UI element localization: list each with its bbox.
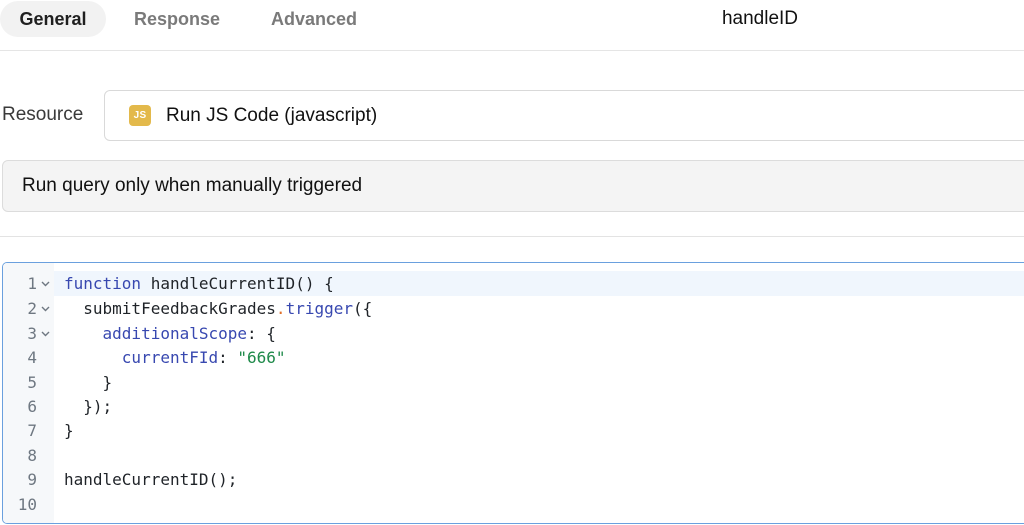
code-text[interactable]: }); xyxy=(54,397,112,416)
code-text[interactable]: function handleCurrentID() { xyxy=(54,274,334,293)
chevron-down-icon[interactable] xyxy=(37,306,54,312)
line-number: 3 xyxy=(27,324,37,343)
query-editor-panel: General Response Advanced handleID Resou… xyxy=(0,0,1024,525)
code-text[interactable]: currentFId: "666" xyxy=(54,348,286,367)
line-number: 7 xyxy=(27,421,37,440)
tab-advanced[interactable]: Advanced xyxy=(258,1,370,37)
code-text[interactable]: } xyxy=(54,373,113,392)
line-number: 10 xyxy=(17,495,37,514)
code-line: 2 submitFeedbackGrades.trigger({ xyxy=(3,296,1024,321)
code-line: 4 currentFId: "666" xyxy=(3,345,1024,370)
code-line: 1 function handleCurrentID() { xyxy=(3,271,1024,296)
line-number: 5 xyxy=(27,373,37,392)
line-number: 9 xyxy=(27,470,37,489)
query-header: General Response Advanced handleID xyxy=(0,0,1024,51)
resource-select[interactable]: JS Run JS Code (javascript) xyxy=(104,90,1024,141)
trigger-mode-select[interactable]: Run query only when manually triggered xyxy=(2,160,1024,212)
code-line: 5 } xyxy=(3,370,1024,395)
code-line: 7 } xyxy=(3,418,1024,443)
code-text[interactable]: submitFeedbackGrades.trigger({ xyxy=(54,299,372,318)
code-text[interactable]: handleCurrentID(); xyxy=(54,470,237,489)
resource-value: Run JS Code (javascript) xyxy=(166,104,378,126)
resource-label: Resource xyxy=(2,104,84,125)
tab-general[interactable]: General xyxy=(0,1,106,37)
code-editor[interactable]: 1 function handleCurrentID() { 2 submitF… xyxy=(2,262,1024,524)
line-number: 4 xyxy=(27,348,37,367)
code-line: 10 xyxy=(3,492,1024,517)
chevron-down-icon[interactable] xyxy=(37,281,54,287)
line-number: 1 xyxy=(27,274,37,293)
code-line: 6 }); xyxy=(3,394,1024,419)
javascript-icon: JS xyxy=(129,105,151,126)
code-text[interactable]: additionalScope: { xyxy=(54,324,276,343)
code-line: 9 handleCurrentID(); xyxy=(3,467,1024,492)
code-text[interactable]: } xyxy=(54,421,74,440)
section-divider xyxy=(0,236,1024,237)
line-number: 8 xyxy=(27,446,37,465)
line-number: 6 xyxy=(27,397,37,416)
code-line: 8 xyxy=(3,443,1024,468)
query-name[interactable]: handleID xyxy=(690,8,830,30)
tab-response[interactable]: Response xyxy=(122,1,232,37)
line-number: 2 xyxy=(27,299,37,318)
trigger-mode-value: Run query only when manually triggered xyxy=(22,175,363,196)
chevron-down-icon[interactable] xyxy=(37,331,54,337)
code-line: 3 additionalScope: { xyxy=(3,321,1024,346)
